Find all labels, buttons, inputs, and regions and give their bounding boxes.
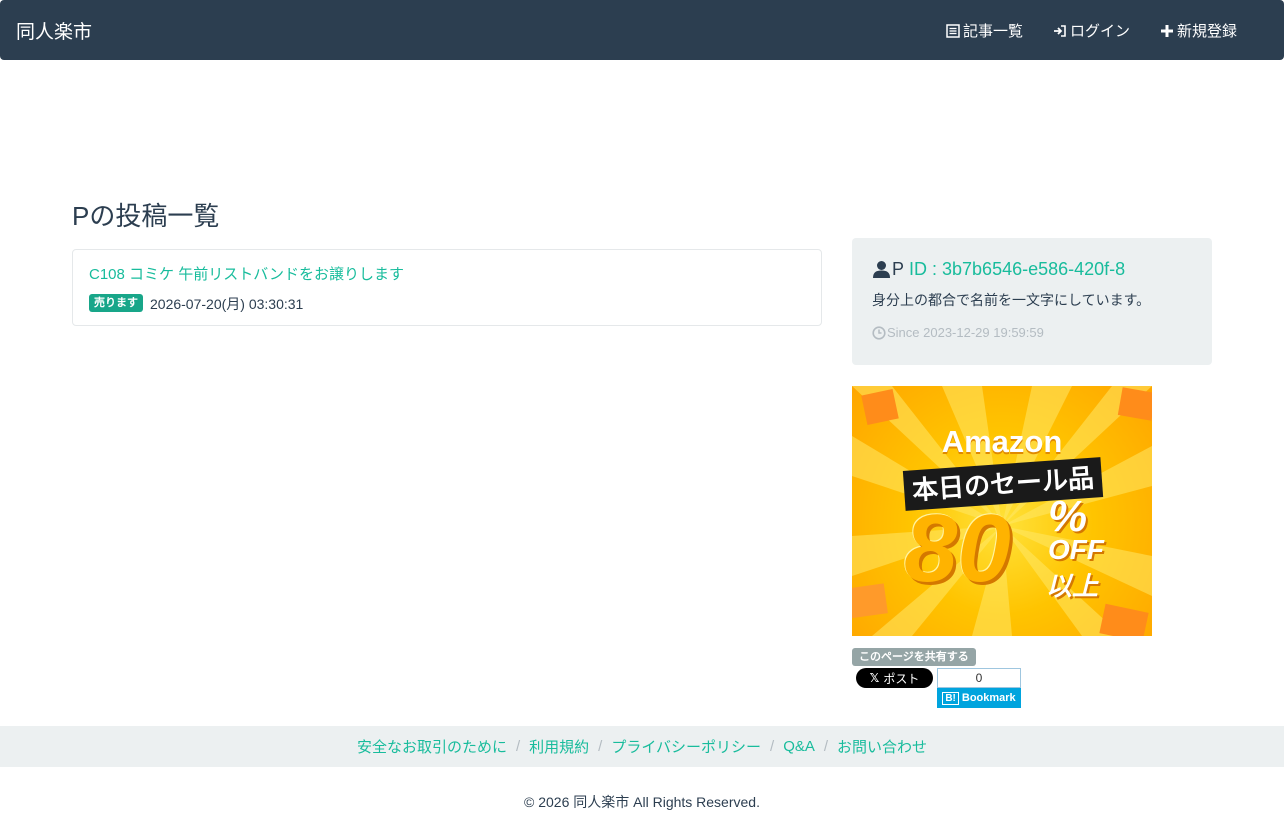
hatena-b-icon: B! [942,691,959,705]
page-title: Pの投稿一覧 [72,201,220,231]
profile-id: ID : 3b7b6546-e586-420f-8 [909,259,1126,279]
profile-since-text: Since 2023-12-29 19:59:59 [887,325,1044,340]
x-logo-icon: 𝕏 [869,671,880,685]
nav-register[interactable]: 新規登録 [1160,20,1237,41]
nav-login[interactable]: ログイン [1053,20,1130,41]
post-list-item: C108 コミケ 午前リストバンドをお譲りします 売ります 2026-07-20… [72,249,822,326]
footer-links: 安全なお取引のために / 利用規約 / プライバシーポリシー / Q&A / お… [0,726,1284,767]
ad-suffix: 以上 [1046,571,1099,601]
top-navbar: 同人楽市 記事一覧 ログイン 新規登録 [0,0,1284,60]
ad-discount-number: 80 [904,495,1011,602]
copyright: © 2026 同人楽市 All Rights Reserved. [524,794,760,810]
footer-separator: / [770,738,775,755]
login-icon [1054,24,1066,37]
hatena-bookmark-label: Bookmark [961,692,1016,704]
user-icon [873,261,890,278]
nav-article-list-label: 記事一覧 [963,23,1024,40]
post-title-link[interactable]: C108 コミケ 午前リストバンドをお譲りします [89,263,404,284]
x-post-button[interactable]: 𝕏 ポスト [856,668,933,688]
hatena-bookmark-button[interactable]: B! Bookmark [937,688,1021,708]
x-post-label: ポスト [883,671,920,686]
user-profile-panel: P ID : 3b7b6546-e586-420f-8 身分上の都合で名前を一文… [852,238,1212,365]
footer-separator: / [823,738,829,755]
ad-brand: Amazon [941,424,1063,459]
nav-article-list[interactable]: 記事一覧 [946,20,1023,41]
profile-since: Since 2023-12-29 19:59:59 [872,325,1044,340]
clock-icon [872,325,886,340]
amazon-sale-ad[interactable]: Amazon 本日のセール品 80 % OFF 以上 [852,386,1152,636]
footer-link-safety[interactable]: 安全なお取引のために [357,736,507,757]
post-date: 2026-07-20(月) 03:30:31 [150,296,304,312]
profile-name: P [892,259,905,279]
list-icon [946,23,960,38]
footer-link-qa[interactable]: Q&A [783,738,815,755]
footer-link-terms[interactable]: 利用規約 [529,736,589,757]
footer-separator: / [515,738,521,755]
plus-icon [1161,24,1173,37]
footer-separator: / [598,738,603,755]
profile-description: 身分上の都合で名前を一文字にしています。 [872,292,1151,308]
footer-link-privacy[interactable]: プライバシーポリシー [611,736,761,757]
share-label: このページを共有する [852,648,976,666]
ad-off-text: OFF [1048,534,1104,565]
sell-badge: 売ります [89,294,143,312]
hatena-bookmark-count: 0 [937,668,1021,688]
profile-heading: P ID : 3b7b6546-e586-420f-8 [872,259,1125,280]
nav-login-label: ログイン [1070,23,1131,40]
footer-link-contact[interactable]: お問い合わせ [837,736,927,757]
site-brand[interactable]: 同人楽市 [16,17,92,44]
nav-register-label: 新規登録 [1177,23,1238,40]
